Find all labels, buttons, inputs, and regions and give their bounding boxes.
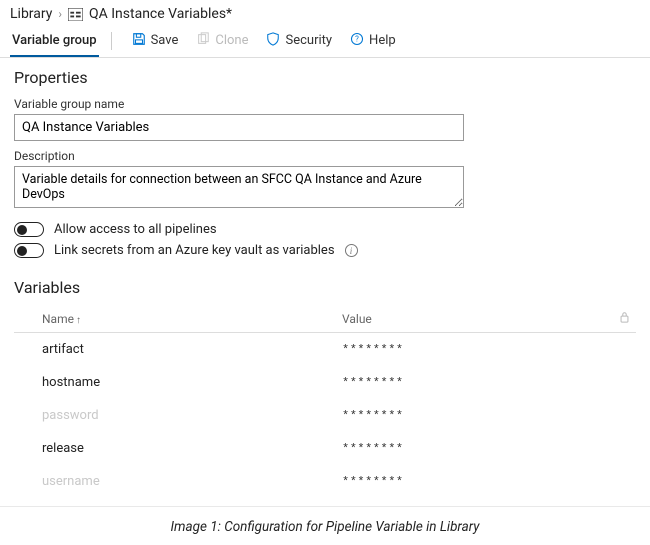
variable-group-name-input[interactable] (14, 114, 464, 141)
clone-label: Clone (215, 33, 248, 48)
save-icon (132, 32, 146, 50)
table-row[interactable]: release******** (14, 432, 636, 465)
description-label: Description (14, 149, 636, 163)
variable-value: ******** (342, 376, 636, 390)
column-header-value[interactable]: Value (342, 312, 616, 326)
properties-section: Properties Variable group name Descripti… (0, 58, 650, 268)
variable-name: release (42, 441, 342, 456)
variable-group-icon (68, 8, 83, 21)
toggle-link-secrets-label: Link secrets from an Azure key vault as … (54, 243, 335, 258)
page-title: QA Instance Variables* (89, 6, 232, 22)
column-header-lock (616, 311, 636, 326)
security-label: Security (285, 33, 332, 48)
table-row[interactable]: artifact******** (14, 333, 636, 366)
tab-variable-group[interactable]: Variable group (10, 25, 99, 57)
separator (111, 32, 112, 50)
variables-heading: Variables (14, 278, 636, 297)
toggle-allow-access-label: Allow access to all pipelines (54, 222, 217, 237)
table-row[interactable]: password******** (14, 399, 636, 432)
security-button[interactable]: Security (258, 28, 340, 54)
save-button[interactable]: Save (124, 28, 187, 54)
help-label: Help (369, 33, 396, 48)
variable-value: ******** (342, 475, 636, 489)
toggle-link-secrets[interactable] (14, 243, 44, 258)
column-header-name[interactable]: Name↑ (42, 312, 342, 326)
clone-button: Clone (188, 28, 256, 54)
svg-text:?: ? (355, 34, 359, 43)
tabs-toolbar: Variable group Save Clone Security ? Hel… (0, 24, 650, 58)
help-button[interactable]: ? Help (342, 28, 404, 54)
breadcrumb-root[interactable]: Library (10, 6, 52, 22)
help-icon: ? (350, 32, 364, 50)
clone-icon (196, 32, 210, 50)
variable-value: ******** (342, 343, 636, 357)
image-caption: Image 1: Configuration for Pipeline Vari… (0, 506, 650, 545)
variable-name: artifact (42, 342, 342, 357)
save-label: Save (151, 33, 179, 48)
info-icon[interactable]: i (345, 244, 358, 257)
sort-asc-icon: ↑ (76, 315, 81, 326)
variable-name: password (42, 408, 342, 423)
shield-icon (266, 32, 280, 50)
table-row[interactable]: username******** (14, 465, 636, 498)
breadcrumb: Library › QA Instance Variables* (0, 0, 650, 24)
table-row[interactable]: hostname******** (14, 366, 636, 399)
variable-name: username (42, 474, 342, 489)
variable-name: hostname (42, 375, 342, 390)
properties-heading: Properties (14, 68, 636, 87)
variable-value: ******** (342, 409, 636, 423)
description-textarea[interactable] (14, 166, 464, 208)
name-label: Variable group name (14, 97, 636, 111)
variables-table-header: Name↑ Value (14, 307, 636, 333)
toggle-allow-access[interactable] (14, 222, 44, 237)
chevron-right-icon: › (58, 7, 62, 21)
variables-section: Variables Name↑ Value artifact********ho… (0, 268, 650, 502)
variables-table-body: artifact********hostname********password… (14, 333, 636, 498)
variable-value: ******** (342, 442, 636, 456)
